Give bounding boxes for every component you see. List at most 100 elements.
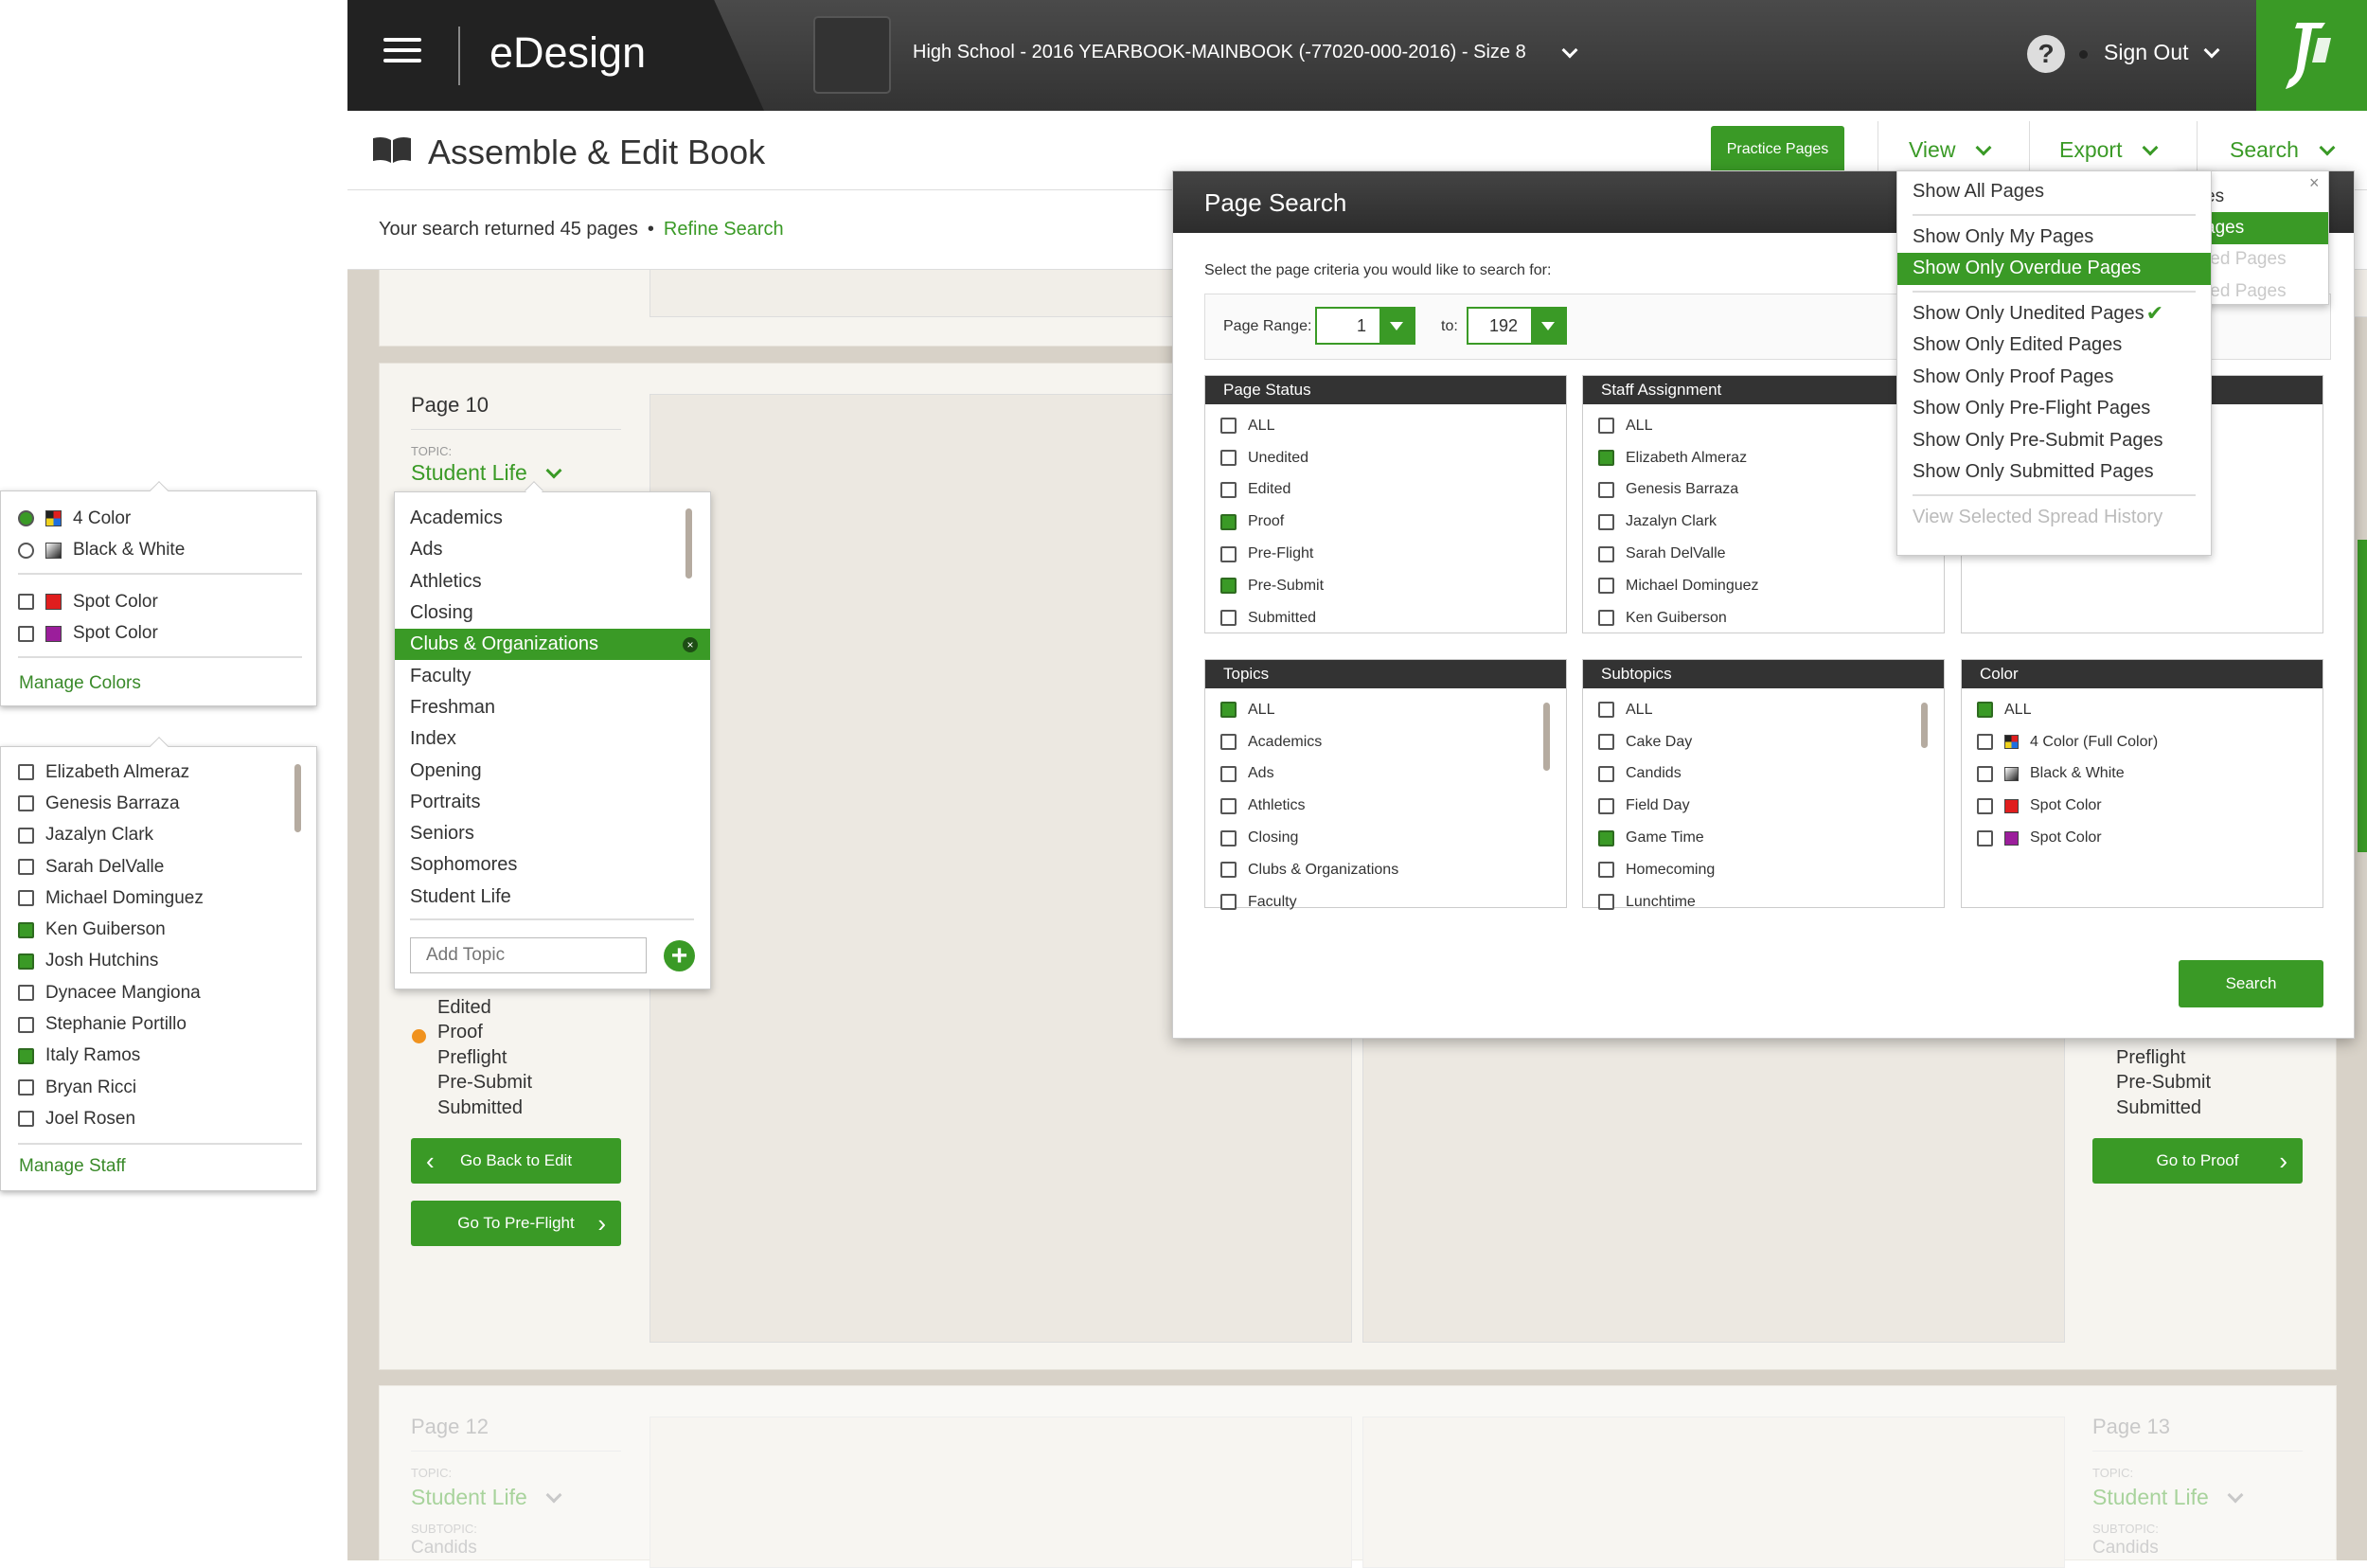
topic-option-closing[interactable]: Closing (395, 597, 710, 629)
modal-search-button[interactable]: Search (2179, 960, 2323, 1007)
staff-option-elizabeth-almeraz[interactable]: Elizabeth Almeraz (18, 757, 293, 788)
checkbox[interactable] (1220, 734, 1237, 751)
hamburger-menu-icon[interactable] (383, 31, 421, 69)
status-pre-submit[interactable]: Pre-Submit (411, 1072, 532, 1097)
page-12-topic-select[interactable]: Student Life (411, 1485, 562, 1510)
staff-scrollbar[interactable] (294, 764, 301, 832)
status-option-all[interactable]: ALL (1220, 410, 1324, 442)
status-submitted[interactable]: Submitted (2090, 1097, 2211, 1123)
help-icon[interactable]: ? (2027, 35, 2065, 73)
school-book-select[interactable]: High School - 2016 YEARBOOK-MAINBOOK (-7… (913, 42, 1578, 63)
view-option-show-all-pages[interactable]: Show All Pages (1897, 176, 2211, 208)
manage-staff-link[interactable]: Manage Staff (19, 1156, 126, 1177)
range-to-select[interactable]: 192 (1467, 307, 1567, 345)
refine-search-link[interactable]: Refine Search (664, 219, 784, 241)
staff-option-dynacee-mangiona[interactable]: Dynacee Mangiona (18, 977, 293, 1008)
status-preflight[interactable]: Preflight (411, 1047, 532, 1073)
staff-option-stephanie-portillo[interactable]: Stephanie Portillo (18, 1008, 293, 1040)
view-option-show-only-overdue-pages[interactable]: Show Only Overdue Pages (1897, 253, 2211, 285)
radio-button[interactable] (18, 510, 34, 527)
manage-colors-link[interactable]: Manage Colors (19, 673, 141, 694)
checkbox[interactable] (18, 827, 34, 844)
checkbox[interactable] (1598, 450, 1614, 467)
topic-option-clubs-organizations[interactable]: Clubs & Organizations × (395, 629, 710, 661)
checkbox[interactable] (1220, 513, 1237, 530)
topic-option-freshman[interactable]: Freshman (395, 692, 710, 723)
staff-option-ken-guiberson[interactable]: Ken Guiberson (18, 914, 293, 945)
view-option-show-only-unedited-pages[interactable]: Show Only Unedited Pages ✔ (1897, 298, 2211, 330)
checkbox[interactable] (1598, 418, 1614, 435)
subtopics-option-field-day[interactable]: Field Day (1598, 790, 1715, 822)
book-cover-thumbnail[interactable] (813, 16, 891, 94)
color-option-black-white[interactable]: Black & White (18, 535, 302, 567)
staff-option-michael-dominguez[interactable]: Michael Dominguez (1598, 570, 1759, 602)
export-menu-button[interactable]: Export (2059, 137, 2159, 163)
view-option-show-only-submitted-pages[interactable]: Show Only Submitted Pages (1897, 456, 2211, 489)
checkbox[interactable] (18, 859, 34, 876)
topic-option-student-life[interactable]: Student Life (395, 882, 710, 913)
checkbox[interactable] (1977, 829, 1993, 846)
add-topic-plus-icon[interactable]: + (664, 940, 695, 971)
color-option-black-white[interactable]: Black & White (1977, 758, 2158, 791)
topic-option-academics[interactable]: Academics (395, 503, 710, 534)
subtopics-option-cake-day[interactable]: Cake Day (1598, 726, 1715, 758)
checkbox[interactable] (18, 625, 34, 642)
subtopics-option-all[interactable]: ALL (1598, 694, 1715, 726)
checkbox[interactable] (1977, 765, 1993, 782)
view-option-show-only-my-pages[interactable]: Show Only My Pages (1897, 222, 2211, 254)
checkbox[interactable] (18, 795, 34, 812)
go-to-proof-button[interactable]: Go to Proof › (2092, 1138, 2303, 1184)
checkbox[interactable] (1220, 610, 1237, 627)
color-option-all[interactable]: ALL (1977, 694, 2158, 726)
checkbox[interactable] (1598, 894, 1614, 911)
topic-option-seniors[interactable]: Seniors (395, 818, 710, 849)
sign-out-menu[interactable]: Sign Out (2104, 40, 2219, 65)
checkbox[interactable] (18, 985, 34, 1002)
checkbox[interactable] (18, 1111, 34, 1128)
topics-option-clubs-organizations[interactable]: Clubs & Organizations (1220, 854, 1398, 886)
checkbox[interactable] (1598, 797, 1614, 814)
color-option-4-color[interactable]: 4 Color (18, 503, 302, 535)
topic-scrollbar[interactable] (685, 508, 692, 579)
checkbox[interactable] (1220, 418, 1237, 435)
topics-option-closing[interactable]: Closing (1220, 822, 1398, 854)
staff-option-joel-rosen[interactable]: Joel Rosen (18, 1103, 293, 1134)
view-option-show-only-pre-flight-pages[interactable]: Show Only Pre-Flight Pages (1897, 393, 2211, 425)
range-from-select[interactable]: 1 (1315, 307, 1415, 345)
checkbox[interactable] (1220, 450, 1237, 467)
view-option-show-only-pre-submit-pages[interactable]: Show Only Pre-Submit Pages (1897, 425, 2211, 457)
color-option-spot-color[interactable]: Spot Color (1977, 790, 2158, 822)
checkbox[interactable] (18, 921, 34, 938)
view-option-show-only-proof-pages[interactable]: Show Only Proof Pages (1897, 362, 2211, 394)
status-option-proof[interactable]: Proof (1220, 506, 1324, 538)
staff-option-bryan-ricci[interactable]: Bryan Ricci (18, 1072, 293, 1103)
checkbox[interactable] (18, 890, 34, 907)
color-option-spot-color[interactable]: Spot Color (1977, 822, 2158, 854)
subtopics-option-homecoming[interactable]: Homecoming (1598, 854, 1715, 886)
status-proof[interactable]: Proof (411, 1022, 532, 1047)
topic-option-athletics[interactable]: Athletics (395, 566, 710, 597)
status-submitted[interactable]: Submitted (411, 1097, 532, 1123)
checkbox[interactable] (1220, 894, 1237, 911)
staff-option-sarah-delvalle[interactable]: Sarah DelValle (18, 851, 293, 882)
checkbox[interactable] (1220, 545, 1237, 562)
staff-option-ken-guiberson[interactable]: Ken Guiberson (1598, 602, 1759, 634)
checkbox[interactable] (1598, 545, 1614, 562)
checkbox[interactable] (1977, 797, 1993, 814)
close-icon[interactable]: × (2309, 173, 2320, 193)
page-10-topic-select[interactable]: Student Life (411, 460, 562, 486)
spot-color-option[interactable]: Spot Color (18, 618, 302, 650)
subtopics-option-candids[interactable]: Candids (1598, 758, 1715, 791)
checkbox[interactable] (18, 1079, 34, 1096)
topic-option-opening[interactable]: Opening (395, 755, 710, 786)
checkbox[interactable] (1220, 578, 1237, 595)
checkbox[interactable] (18, 1047, 34, 1064)
checkbox[interactable] (1598, 578, 1614, 595)
color-option-4-color-full-color[interactable]: 4 Color (Full Color) (1977, 726, 2158, 758)
status-option-unedited[interactable]: Unedited (1220, 442, 1324, 474)
staff-option-sarah-delvalle[interactable]: Sarah DelValle (1598, 538, 1759, 570)
spot-color-option[interactable]: Spot Color (18, 586, 302, 618)
topics-option-faculty[interactable]: Faculty (1220, 886, 1398, 918)
view-menu-button[interactable]: View (1909, 137, 1992, 163)
checkbox[interactable] (18, 764, 34, 781)
